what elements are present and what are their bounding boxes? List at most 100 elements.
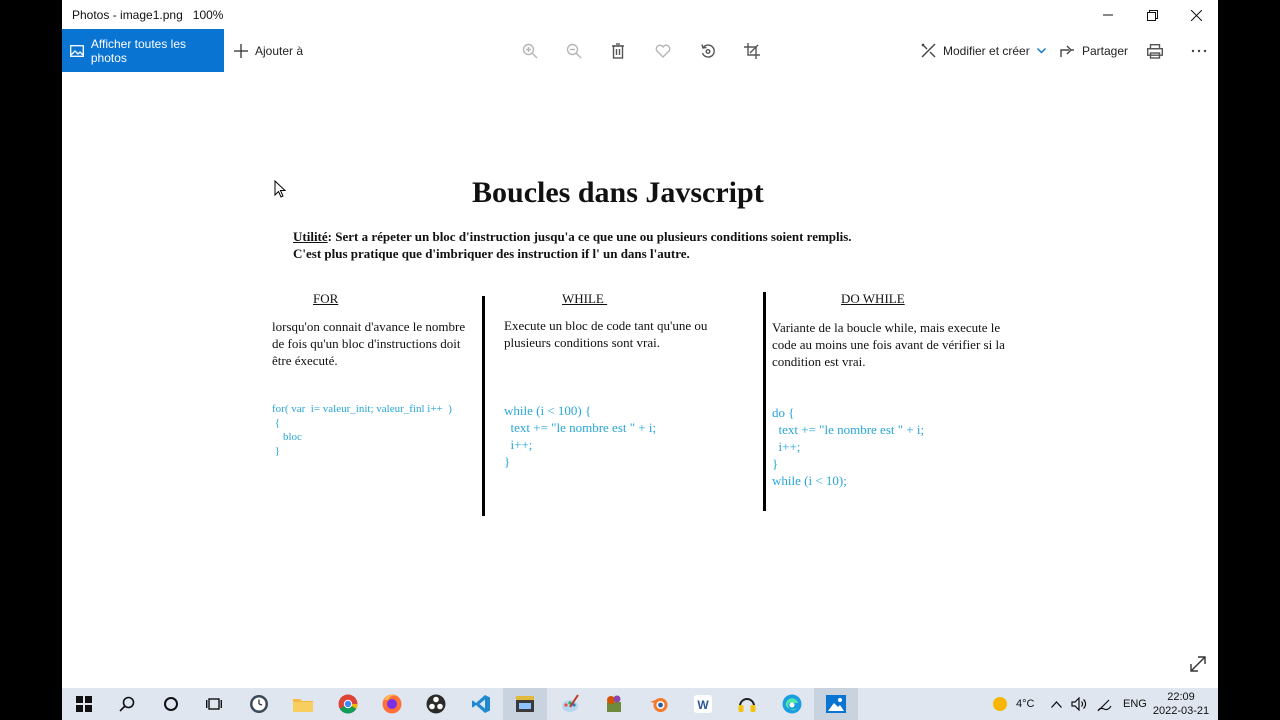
for-code: for( var i= valeur_init; valeur_finl i++… xyxy=(272,403,452,457)
delete-button[interactable] xyxy=(605,39,631,63)
speaker-icon xyxy=(1071,697,1087,711)
cortana-button[interactable] xyxy=(149,688,193,720)
for-heading: FOR xyxy=(313,291,339,306)
photos-icon xyxy=(70,44,84,57)
taskbar: W 4°C ENG 22:09 2022-03-21 xyxy=(62,688,1218,720)
restore-button[interactable] xyxy=(1130,0,1174,30)
edit-icon xyxy=(921,43,936,58)
search-icon xyxy=(119,696,135,712)
crop-icon xyxy=(744,43,760,59)
favorite-button[interactable] xyxy=(650,39,676,63)
column-divider xyxy=(482,296,485,516)
more-options-button[interactable] xyxy=(1186,39,1212,63)
for-description: lorsqu'on connait d'avance le nombre de … xyxy=(272,319,466,368)
share-button[interactable]: Partager xyxy=(1060,29,1128,72)
intro-text: : Sert a répeter un bloc d'instruction j… xyxy=(293,229,852,261)
rotate-icon xyxy=(701,44,715,58)
start-button[interactable] xyxy=(62,688,106,720)
clock-time: 22:09 xyxy=(1167,691,1195,703)
zoom-out-icon xyxy=(566,43,582,59)
blender-icon xyxy=(650,698,668,712)
while-description: Execute un bloc de code tant qu'une ou p… xyxy=(504,318,708,350)
zoom-in-icon xyxy=(522,43,538,59)
taskbar-app-clock[interactable] xyxy=(237,688,281,720)
photos-app-icon xyxy=(826,695,846,713)
plus-icon xyxy=(234,43,248,58)
toolbar: Afficher toutes les photos Ajouter à Mod… xyxy=(62,29,1218,72)
game-icon xyxy=(607,695,621,712)
vscode-icon xyxy=(472,695,490,713)
while-heading: WHILE xyxy=(562,291,608,306)
do-while-code: do { text += "le nombre est " + i; i++; … xyxy=(772,405,925,488)
clock-app-icon xyxy=(250,695,268,713)
do-while-heading: DO WHILE xyxy=(841,291,905,306)
task-view-button[interactable] xyxy=(192,688,236,720)
taskbar-app-headset[interactable] xyxy=(725,688,769,720)
show-hidden-icons-button[interactable] xyxy=(1051,688,1062,720)
fullscreen-icon[interactable] xyxy=(1189,655,1207,673)
taskbar-app-file-explorer[interactable] xyxy=(281,688,325,720)
taskbar-app-photos[interactable] xyxy=(814,688,858,720)
edge-icon xyxy=(782,694,802,714)
zoom-level: 100% xyxy=(192,8,224,22)
taskbar-app-chrome[interactable] xyxy=(326,688,370,720)
language-indicator[interactable]: ENG xyxy=(1123,688,1147,720)
taskbar-app-word[interactable]: W xyxy=(681,688,725,720)
close-icon xyxy=(1190,9,1202,21)
clock-date: 2022-03-21 xyxy=(1152,705,1210,717)
while-code: while (i < 100) { text += "le nombre est… xyxy=(504,403,657,469)
taskbar-app-video-editor[interactable] xyxy=(503,688,547,720)
weather-widget[interactable]: 4°C xyxy=(992,688,1034,720)
taskbar-app-blender[interactable] xyxy=(637,688,681,720)
add-to-label: Ajouter à xyxy=(255,43,304,58)
heart-icon xyxy=(655,44,671,58)
do-while-description: Variante de la boucle while, mais execut… xyxy=(772,320,1005,369)
share-label: Partager xyxy=(1082,43,1129,58)
show-all-photos-button[interactable]: Afficher toutes les photos xyxy=(62,29,224,72)
cortana-icon xyxy=(164,697,178,711)
minimize-icon xyxy=(1103,14,1113,16)
chevron-up-icon xyxy=(1051,700,1062,708)
task-view-icon xyxy=(206,698,222,710)
headset-icon xyxy=(738,698,756,712)
taskbar-app-obs[interactable] xyxy=(414,688,458,720)
taskbar-app-paint[interactable] xyxy=(548,688,592,720)
left-letterbox xyxy=(0,0,62,720)
obs-icon xyxy=(426,694,446,714)
taskbar-app-games[interactable] xyxy=(592,688,636,720)
mouse-cursor-icon xyxy=(274,180,286,198)
minimize-button[interactable] xyxy=(1086,0,1130,30)
crop-button[interactable] xyxy=(739,39,765,63)
word-icon: W xyxy=(694,695,712,713)
print-button[interactable] xyxy=(1142,39,1168,63)
printer-icon xyxy=(1147,43,1163,59)
taskbar-app-edge[interactable] xyxy=(770,688,814,720)
edit-create-button[interactable]: Modifier et créer xyxy=(921,29,1046,72)
trash-icon xyxy=(612,43,624,59)
add-to-button[interactable]: Ajouter à xyxy=(234,29,303,72)
window-title: Photos - image1.png 100% xyxy=(72,8,224,22)
title-bar: Photos - image1.png 100% xyxy=(62,0,1218,30)
edit-create-label: Modifier et créer xyxy=(943,43,1030,58)
taskbar-app-firefox[interactable] xyxy=(370,688,414,720)
more-icon xyxy=(1191,49,1207,53)
taskbar-app-vscode[interactable] xyxy=(459,688,503,720)
windows-icon xyxy=(76,696,92,712)
zoom-out-button[interactable] xyxy=(561,39,587,63)
close-button[interactable] xyxy=(1174,0,1218,30)
taskbar-clock[interactable]: 22:09 2022-03-21 xyxy=(1146,690,1216,718)
image-viewer: Boucles dans Javscript Utilité: Sert a r… xyxy=(62,72,1218,688)
share-icon xyxy=(1060,45,1074,57)
photos-window: Photos - image1.png 100% Afficher toutes… xyxy=(62,0,1218,688)
chrome-icon xyxy=(338,694,358,714)
paint-icon xyxy=(562,694,579,712)
pen-icon xyxy=(1097,699,1112,711)
svg-text:W: W xyxy=(697,698,709,712)
restore-icon xyxy=(1146,9,1158,21)
document-title: Boucles dans Javscript xyxy=(472,176,764,209)
pen-button[interactable] xyxy=(1097,688,1112,720)
search-button[interactable] xyxy=(105,688,149,720)
volume-button[interactable] xyxy=(1071,688,1087,720)
rotate-button[interactable] xyxy=(695,39,721,63)
zoom-in-button[interactable] xyxy=(517,39,543,63)
